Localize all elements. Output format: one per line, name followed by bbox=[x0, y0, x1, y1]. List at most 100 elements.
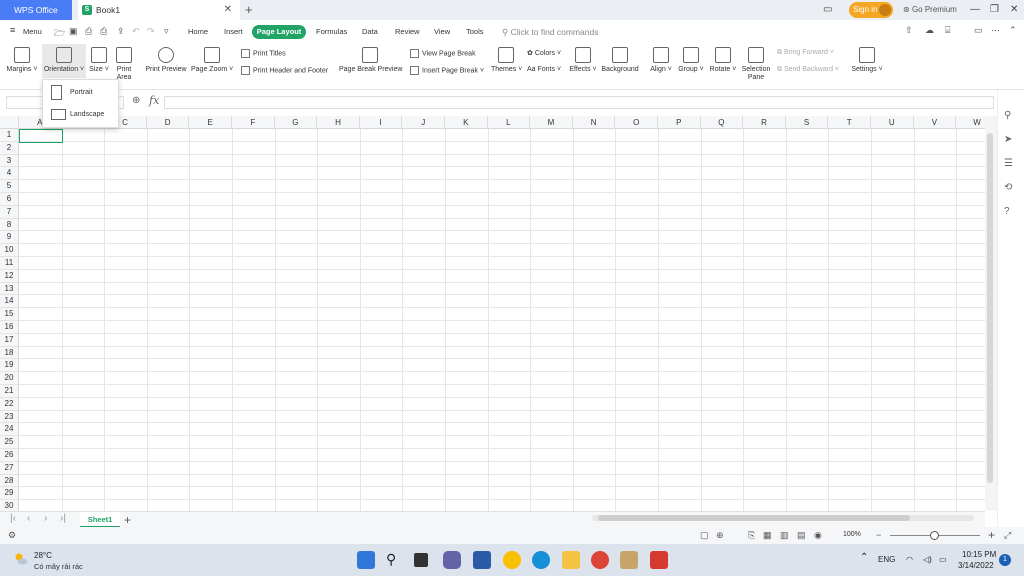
row-header[interactable]: 2 bbox=[0, 141, 19, 155]
group-button[interactable]: Group ˅ bbox=[677, 47, 705, 73]
tab-insert[interactable]: Insert bbox=[224, 27, 243, 36]
hamburger-icon[interactable]: ≡ bbox=[10, 25, 15, 35]
column-header[interactable]: R bbox=[743, 116, 786, 129]
wps-office-taskbar-icon[interactable] bbox=[650, 551, 668, 569]
align-button[interactable]: Align ˅ bbox=[648, 47, 674, 73]
cloud-icon[interactable]: ☁ bbox=[925, 25, 934, 36]
row-header[interactable]: 4 bbox=[0, 167, 19, 181]
row-header[interactable]: 21 bbox=[0, 385, 19, 398]
view-page-break-checkbox[interactable]: View Page Break bbox=[410, 49, 476, 58]
row-header[interactable]: 1 bbox=[0, 129, 19, 142]
landscape-option[interactable]: Landscape bbox=[43, 104, 118, 126]
pointer-icon[interactable]: ➤ bbox=[1004, 134, 1012, 145]
row-header[interactable]: 17 bbox=[0, 333, 19, 347]
document-tab[interactable]: S Book1 ✕ bbox=[78, 0, 240, 20]
rotate-button[interactable]: Rotate ˅ bbox=[708, 47, 738, 73]
column-header[interactable]: L bbox=[488, 116, 531, 129]
zoom-level[interactable]: 100% bbox=[843, 531, 861, 538]
weather-icon[interactable] bbox=[14, 552, 28, 566]
print-header-footer-button[interactable]: Print Header and Footer bbox=[241, 66, 328, 75]
column-header[interactable]: H bbox=[317, 116, 360, 129]
zoom-in-icon[interactable]: + bbox=[988, 528, 995, 542]
print-area-button[interactable]: Print Area bbox=[114, 47, 134, 82]
row-header[interactable]: 25 bbox=[0, 436, 19, 449]
portrait-option[interactable]: Portrait bbox=[43, 82, 118, 104]
row-header[interactable]: 23 bbox=[0, 410, 19, 424]
print-icon[interactable]: ⎙ bbox=[100, 26, 107, 37]
column-header[interactable]: U bbox=[871, 116, 914, 129]
column-header[interactable]: T bbox=[828, 116, 871, 129]
zoom-out-icon[interactable]: − bbox=[876, 530, 881, 540]
effects-button[interactable]: Effects ˅ bbox=[568, 47, 598, 73]
zoom-lens-icon[interactable]: ⊕ bbox=[132, 95, 140, 106]
quick-access-dropdown-icon[interactable]: ▿ bbox=[164, 26, 169, 37]
clock-date[interactable]: 3/14/2022 bbox=[958, 561, 994, 570]
prev-sheet-icon[interactable]: ‹ bbox=[27, 513, 30, 524]
row-header[interactable]: 13 bbox=[0, 282, 19, 296]
redo-icon[interactable]: ↷ bbox=[147, 26, 155, 37]
send-backward-button[interactable]: ⧉ Send Backward ˅ bbox=[777, 66, 839, 74]
tab-formulas[interactable]: Formulas bbox=[316, 27, 347, 36]
command-search[interactable]: ⚲ Click to find commands bbox=[502, 27, 598, 38]
themes-button[interactable]: Themes ˅ bbox=[491, 47, 522, 73]
wps-office-tab[interactable]: WPS Office bbox=[0, 0, 72, 20]
share-icon[interactable]: ⇧ bbox=[905, 25, 913, 36]
page-break-view-icon[interactable]: ▥ bbox=[780, 530, 789, 541]
minimize-icon[interactable]: — bbox=[970, 0, 980, 20]
eye-protect-icon[interactable]: ▢ bbox=[700, 530, 709, 541]
row-header[interactable]: 22 bbox=[0, 397, 19, 411]
task-view-icon[interactable] bbox=[414, 553, 428, 567]
column-header[interactable]: V bbox=[914, 116, 957, 129]
row-header[interactable]: 30 bbox=[0, 500, 19, 511]
clock-time[interactable]: 10:15 PM bbox=[962, 550, 996, 559]
close-window-icon[interactable]: ✕ bbox=[1010, 0, 1018, 20]
more-icon[interactable]: ⋯ bbox=[991, 25, 1000, 36]
print-preview-button[interactable]: Print Preview bbox=[145, 47, 187, 73]
row-header[interactable]: 15 bbox=[0, 308, 19, 321]
insert-page-break-button[interactable]: Insert Page Break ˅ bbox=[410, 66, 484, 75]
row-header[interactable]: 7 bbox=[0, 205, 19, 219]
export-icon[interactable]: ⇪ bbox=[117, 26, 125, 37]
close-tab-icon[interactable]: ✕ bbox=[224, 0, 232, 20]
column-header[interactable]: K bbox=[445, 116, 488, 129]
teams-icon[interactable] bbox=[443, 551, 461, 569]
undo-icon[interactable]: ↶ bbox=[132, 26, 140, 37]
orientation-button[interactable]: Orientation ˅ bbox=[42, 44, 86, 78]
first-sheet-icon[interactable]: |‹ bbox=[10, 513, 16, 524]
row-header[interactable]: 11 bbox=[0, 257, 19, 270]
page-layout-view-icon[interactable]: ▤ bbox=[797, 530, 806, 541]
cloud-sync-icon[interactable]: ⌸ bbox=[945, 25, 950, 36]
column-header[interactable]: Q bbox=[701, 116, 744, 129]
fx-icon[interactable]: fx bbox=[149, 94, 159, 107]
comment-icon[interactable]: ▭ bbox=[974, 25, 983, 36]
tab-review[interactable]: Review bbox=[395, 27, 420, 36]
freeze-icon[interactable]: ⊕ bbox=[716, 530, 724, 541]
maximize-icon[interactable]: ❐ bbox=[990, 0, 999, 20]
normal-view-icon[interactable]: ▦ bbox=[763, 530, 772, 541]
row-header[interactable]: 19 bbox=[0, 359, 19, 373]
select-all-corner[interactable] bbox=[0, 116, 19, 129]
background-button[interactable]: Background bbox=[600, 47, 640, 73]
column-header[interactable]: N bbox=[573, 116, 616, 129]
sign-in-button[interactable]: Sign in bbox=[849, 2, 893, 18]
save-icon[interactable]: ▣ bbox=[69, 26, 78, 37]
row-header[interactable]: 14 bbox=[0, 295, 19, 309]
row-header[interactable]: 12 bbox=[0, 269, 19, 283]
margins-button[interactable]: Margins ˅ bbox=[6, 47, 38, 73]
wifi-icon[interactable]: ◠ bbox=[906, 555, 913, 564]
open-folder-icon[interactable]: 🗁 bbox=[54, 26, 65, 42]
notification-badge[interactable]: 1 bbox=[999, 554, 1011, 566]
column-header[interactable]: I bbox=[360, 116, 403, 129]
tab-home[interactable]: Home bbox=[188, 27, 208, 36]
row-header[interactable]: 26 bbox=[0, 449, 19, 462]
size-button[interactable]: Size ˅ bbox=[88, 47, 110, 73]
fonts-button[interactable]: Aa Fonts ˅ bbox=[527, 66, 561, 73]
row-header[interactable]: 16 bbox=[0, 321, 19, 334]
sheet-tab-sheet1[interactable]: Sheet1 bbox=[80, 512, 120, 528]
row-header[interactable]: 18 bbox=[0, 346, 19, 360]
settings-button[interactable]: Settings ˅ bbox=[850, 47, 884, 73]
store-icon[interactable] bbox=[473, 551, 491, 569]
window-layout-icon[interactable]: ▭ bbox=[823, 0, 832, 20]
spreadsheet-grid[interactable]: ABCDEFGHIJKLMNOPQRSTUVW 1234567891011121… bbox=[0, 116, 985, 511]
tab-page-layout[interactable]: Page Layout bbox=[252, 25, 306, 39]
